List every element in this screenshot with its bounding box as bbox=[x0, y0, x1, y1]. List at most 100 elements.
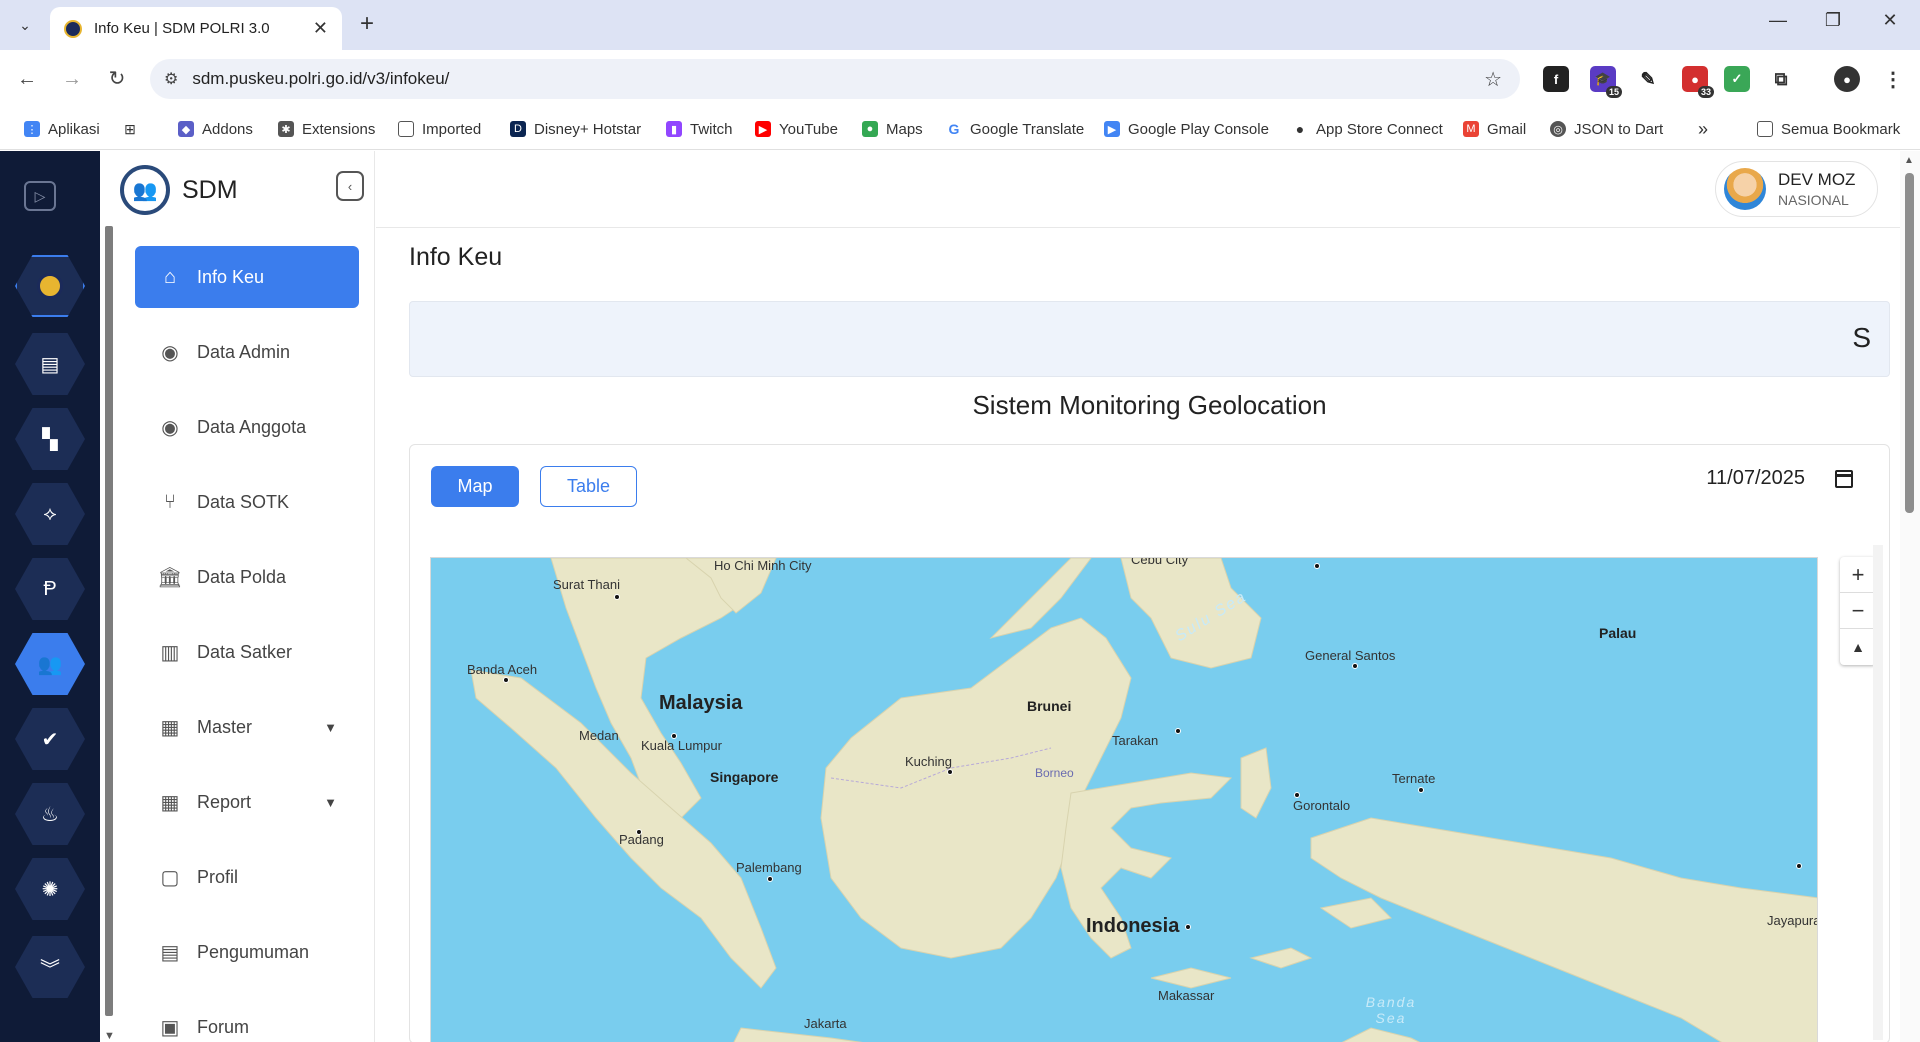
menu-item-data-satker[interactable]: ▥ Data Satker bbox=[135, 621, 359, 683]
tab-table-button[interactable]: Table bbox=[540, 466, 637, 507]
reload-icon[interactable]: ↻ bbox=[102, 64, 132, 94]
polri-badge-icon[interactable] bbox=[15, 255, 85, 317]
scrollbar-thumb[interactable] bbox=[1905, 173, 1914, 513]
zoom-out-button[interactable]: − bbox=[1840, 593, 1876, 629]
sidebar-scrollbar[interactable] bbox=[105, 226, 113, 1016]
bookmark-apps[interactable]: ⋮ Aplikasi bbox=[24, 108, 100, 150]
rail-book-icon[interactable]: ▚ bbox=[15, 408, 85, 470]
back-arrow-icon[interactable]: ← bbox=[12, 64, 42, 94]
forward-arrow-icon[interactable]: → bbox=[57, 64, 87, 94]
map-marker[interactable] bbox=[614, 594, 620, 600]
map-marker[interactable] bbox=[1796, 863, 1802, 869]
restore-icon[interactable]: ❐ bbox=[1813, 10, 1853, 31]
rail-chevrons-down-icon[interactable]: ︾ bbox=[15, 936, 85, 998]
menu-item-master[interactable]: ▦ Master ▼ bbox=[135, 696, 359, 758]
reset-north-button[interactable]: ▲ bbox=[1840, 629, 1876, 665]
grid-icon: ▦ bbox=[160, 716, 180, 739]
map-label-ternate: Ternate bbox=[1392, 771, 1436, 786]
bookmark-extensions[interactable]: ✱ Extensions bbox=[278, 108, 375, 150]
map-marker[interactable] bbox=[1185, 924, 1191, 930]
rail-lightbulb-icon[interactable]: ✺ bbox=[15, 858, 85, 920]
rail-users-icon[interactable]: 👥 bbox=[15, 633, 85, 695]
map-marker[interactable] bbox=[1175, 728, 1181, 734]
bookmark-app-store[interactable]: ● App Store Connect bbox=[1292, 108, 1443, 150]
map-marker[interactable] bbox=[767, 876, 773, 882]
menu-item-data-sotk[interactable]: ⑂ Data SOTK bbox=[135, 471, 359, 533]
menu-item-data-admin[interactable]: ◉ Data Admin bbox=[135, 321, 359, 383]
extension-red-icon[interactable]: ● 33 bbox=[1682, 66, 1714, 98]
extension-academy-icon[interactable]: 🎓 15 bbox=[1590, 66, 1622, 98]
rail-check-icon[interactable]: ✔ bbox=[15, 708, 85, 770]
map-marker[interactable] bbox=[947, 769, 953, 775]
user-menu[interactable]: DEV MOZ NASIONAL bbox=[1715, 161, 1878, 217]
all-bookmarks[interactable]: Semua Bookmark bbox=[1757, 108, 1900, 150]
date-value[interactable]: 11/07/2025 bbox=[1706, 467, 1805, 490]
bookmark-grid[interactable]: ⊞ bbox=[122, 108, 146, 150]
card-scrollbar[interactable] bbox=[1873, 545, 1883, 1040]
bookmark-maps[interactable]: ● Maps bbox=[862, 108, 923, 150]
bookmark-play-console[interactable]: ▶ Google Play Console bbox=[1104, 108, 1269, 150]
menu-label: Data Satker bbox=[197, 641, 293, 662]
bookmark-label: Imported bbox=[422, 120, 482, 138]
calendar-icon[interactable] bbox=[1835, 469, 1853, 488]
map-marker[interactable] bbox=[1294, 792, 1300, 798]
menu-item-forum[interactable]: ▣ Forum bbox=[135, 996, 359, 1042]
site-settings-icon[interactable]: ⚙ bbox=[164, 69, 178, 89]
map-marker[interactable] bbox=[1418, 787, 1424, 793]
tab-search-chevron-icon[interactable]: ⌄ bbox=[10, 12, 40, 38]
map-label-banda-sea: Banda Sea bbox=[1365, 994, 1417, 1026]
tab-close-icon[interactable]: ✕ bbox=[313, 18, 328, 39]
bookmark-label: Twitch bbox=[690, 120, 733, 138]
rail-layers-icon[interactable]: ⟡ bbox=[15, 483, 85, 545]
extension-shield-icon[interactable]: ✓ bbox=[1724, 66, 1750, 92]
avatar bbox=[1724, 168, 1766, 210]
profile-avatar-icon[interactable]: ● bbox=[1834, 66, 1860, 92]
map-marker[interactable] bbox=[636, 829, 642, 835]
browser-menu-icon[interactable]: ⋮ bbox=[1880, 66, 1906, 92]
map-marker[interactable] bbox=[1314, 563, 1320, 569]
extensions-puzzle-icon[interactable]: ⧉ bbox=[1768, 66, 1794, 92]
user-role: NASIONAL bbox=[1778, 192, 1849, 208]
menu-item-pengumuman[interactable]: ▤ Pengumuman bbox=[135, 921, 359, 983]
extension-eyedropper-icon[interactable]: ✎ bbox=[1635, 66, 1661, 92]
menu-item-report[interactable]: ▦ Report ▼ bbox=[135, 771, 359, 833]
rail-p-logo-icon[interactable]: Ᵽ bbox=[15, 558, 85, 620]
menu-item-profil[interactable]: ▢ Profil bbox=[135, 846, 359, 908]
sidebar-scroll-down-icon[interactable]: ▼ bbox=[104, 1030, 115, 1042]
rail-swirl-icon[interactable]: ♨ bbox=[15, 783, 85, 845]
menu-item-data-polda[interactable]: 🏛 Data Polda bbox=[135, 546, 359, 608]
bookmark-star-icon[interactable]: ☆ bbox=[1484, 67, 1502, 92]
map-marker[interactable] bbox=[671, 733, 677, 739]
bookmark-hotstar[interactable]: D Disney+ Hotstar bbox=[510, 108, 641, 150]
tab-map-button[interactable]: Map bbox=[431, 466, 519, 507]
bookmark-imported[interactable]: Imported bbox=[398, 108, 481, 150]
bookmark-twitch[interactable]: ▮ Twitch bbox=[666, 108, 733, 150]
geolocation-map[interactable]: Ho Chi Minh City Cebu City Surat Thani B… bbox=[430, 557, 1818, 1042]
date-picker[interactable]: 11/07/2025 bbox=[1706, 467, 1853, 490]
collapse-sidebar-icon[interactable]: ‹ bbox=[336, 171, 364, 201]
bookmarks-overflow-button[interactable]: » bbox=[1698, 108, 1708, 150]
menu-item-info-keu[interactable]: ⌂ Info Keu bbox=[135, 246, 359, 308]
map-marker[interactable] bbox=[503, 677, 509, 683]
bookmark-label: Google Translate bbox=[970, 120, 1085, 138]
address-bar[interactable]: ⚙ sdm.puskeu.polri.go.id/v3/infokeu/ ☆ bbox=[150, 59, 1520, 99]
rail-documents-icon[interactable]: ▤ bbox=[15, 333, 85, 395]
page-scrollbar[interactable]: ▲ bbox=[1900, 151, 1920, 1042]
bookmark-youtube[interactable]: ▶ YouTube bbox=[755, 108, 838, 150]
zoom-in-button[interactable]: + bbox=[1840, 557, 1876, 593]
scroll-up-icon[interactable]: ▲ bbox=[1904, 155, 1914, 166]
bookmark-translate[interactable]: G Google Translate bbox=[946, 108, 1084, 150]
expand-panel-icon[interactable]: ▷ bbox=[24, 181, 56, 211]
map-marker[interactable] bbox=[1352, 663, 1358, 669]
menu-item-data-anggota[interactable]: ◉ Data Anggota bbox=[135, 396, 359, 458]
active-tab[interactable]: Info Keu | SDM POLRI 3.0 ✕ bbox=[50, 7, 342, 50]
new-tab-button[interactable]: + bbox=[352, 10, 382, 40]
extension-fx-icon[interactable]: f bbox=[1543, 66, 1569, 92]
bookmark-gmail[interactable]: M Gmail bbox=[1463, 108, 1526, 150]
bookmark-addons[interactable]: ◆ Addons bbox=[178, 108, 253, 150]
minimize-icon[interactable]: — bbox=[1758, 10, 1798, 31]
file-user-icon: ▢ bbox=[160, 866, 180, 889]
url-text[interactable]: sdm.puskeu.polri.go.id/v3/infokeu/ bbox=[192, 69, 449, 89]
window-close-icon[interactable]: ✕ bbox=[1870, 10, 1910, 31]
bookmark-json-to-dart[interactable]: ◎ JSON to Dart bbox=[1550, 108, 1663, 150]
